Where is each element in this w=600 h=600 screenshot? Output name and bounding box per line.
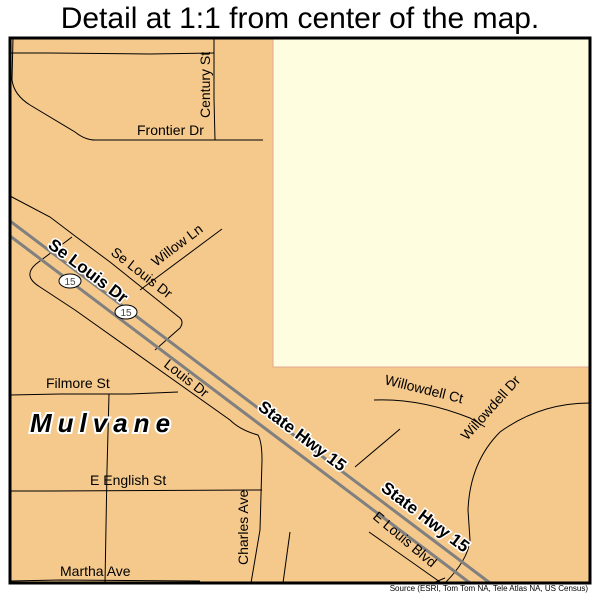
label-filmore-st: Filmore St [46,375,110,391]
street-map[interactable]: 15 15 Century St Frontier Dr Willow Ln S… [0,0,600,600]
route-shield: 15 [58,273,82,289]
source-attribution: Source (ESRI, Tom Tom NA, Tele Atlas NA,… [389,584,588,593]
label-frontier-dr: Frontier Dr [137,122,204,138]
label-martha-ave: Martha Ave [60,563,131,579]
label-e-english-st: E English St [90,472,166,488]
shield-label: 15 [120,308,132,319]
label-century-st: Century St [197,52,213,118]
route-shield: 15 [114,304,138,320]
park-area [272,37,591,368]
label-charles-ave: Charles Ave [235,490,251,565]
city-label: Mulvane [30,408,176,438]
shield-label: 15 [64,277,76,288]
